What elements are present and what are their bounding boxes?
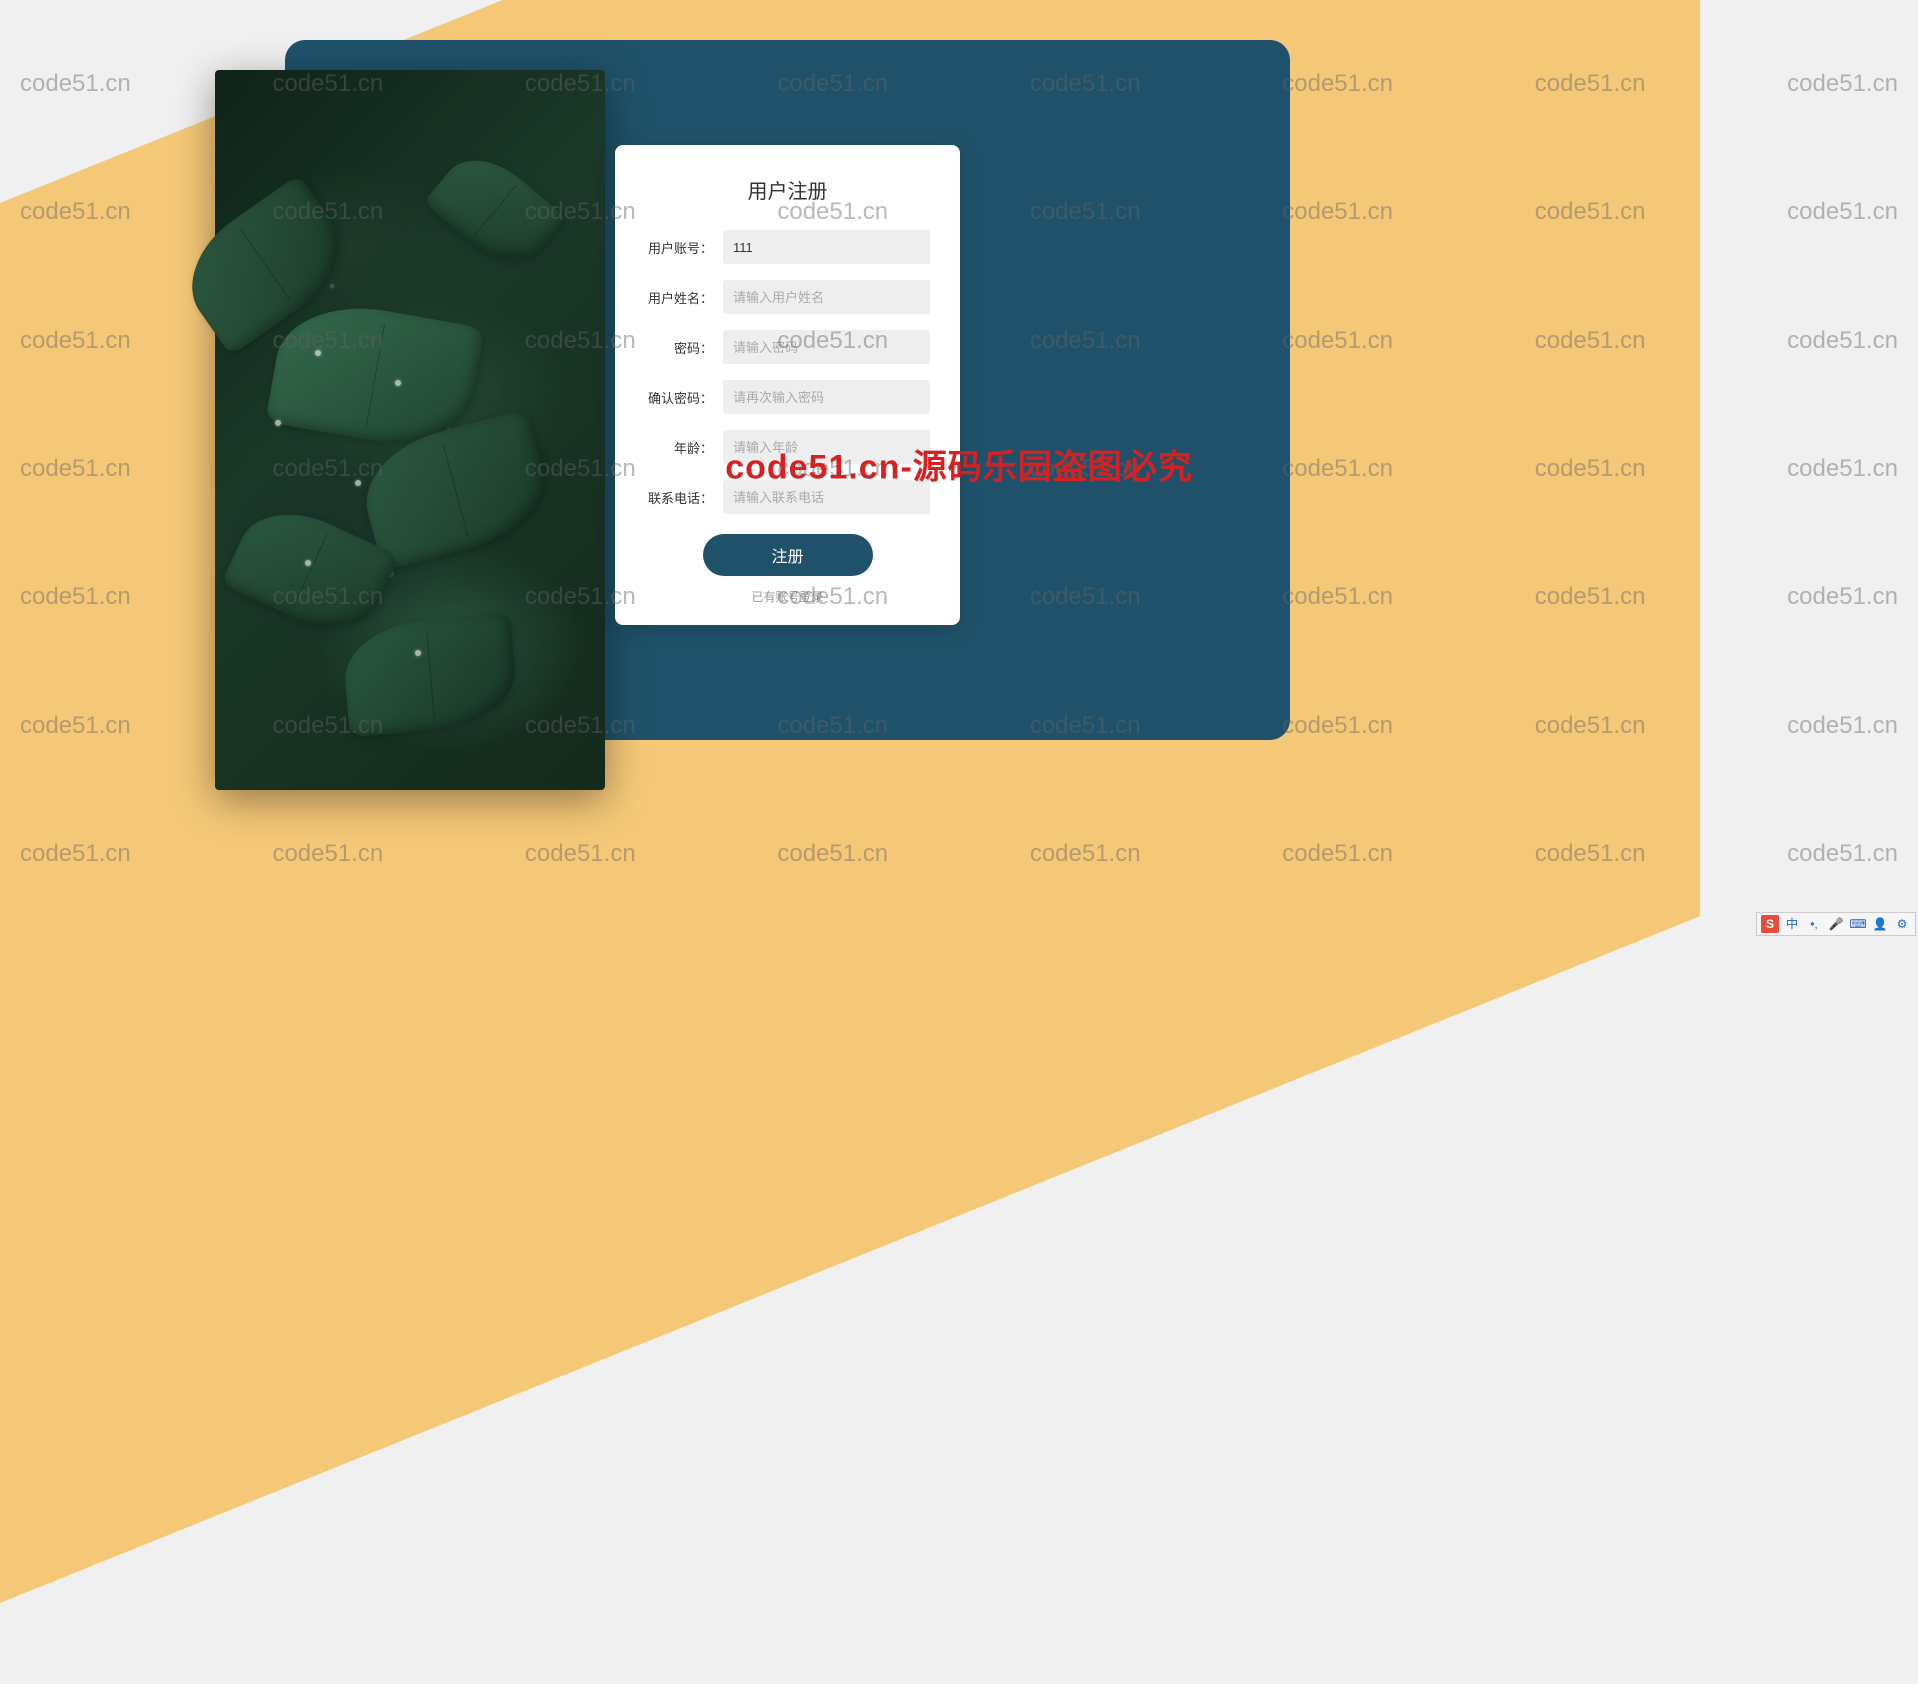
name-input[interactable] [723, 280, 930, 314]
password-row: 密码： [645, 330, 930, 364]
name-row: 用户姓名： [645, 280, 930, 314]
registration-form: 用户注册 用户账号： 用户姓名： 密码： 确认密码： 年龄： 联系电话： 注册 … [615, 145, 960, 625]
ime-logo-icon[interactable]: S [1761, 915, 1779, 933]
ime-keyboard-icon[interactable]: ⌨ [1849, 915, 1867, 933]
account-input[interactable] [723, 230, 930, 264]
confirm-label: 确认密码： [645, 388, 723, 407]
age-label: 年龄： [645, 438, 723, 457]
phone-input[interactable] [723, 480, 930, 514]
ime-punct-icon[interactable]: •, [1805, 915, 1823, 933]
account-label: 用户账号： [645, 238, 723, 257]
age-row: 年龄： [645, 430, 930, 464]
ime-user-icon[interactable]: 👤 [1871, 915, 1889, 933]
account-row: 用户账号： [645, 230, 930, 264]
phone-row: 联系电话： [645, 480, 930, 514]
form-title: 用户注册 [645, 175, 930, 204]
login-link[interactable]: 已有账号登录 [645, 588, 930, 605]
password-input[interactable] [723, 330, 930, 364]
password-label: 密码： [645, 338, 723, 357]
phone-label: 联系电话： [645, 488, 723, 507]
confirm-row: 确认密码： [645, 380, 930, 414]
ime-settings-icon[interactable]: ⚙ [1893, 915, 1911, 933]
age-input[interactable] [723, 430, 930, 464]
ime-mic-icon[interactable]: 🎤 [1827, 915, 1845, 933]
ime-toolbar: S 中 •, 🎤 ⌨ 👤 ⚙ [1756, 912, 1916, 936]
registration-panel: 用户注册 用户账号： 用户姓名： 密码： 确认密码： 年龄： 联系电话： 注册 … [285, 40, 1290, 740]
name-label: 用户姓名： [645, 288, 723, 307]
decorative-image [215, 70, 605, 790]
confirm-input[interactable] [723, 380, 930, 414]
ime-lang-icon[interactable]: 中 [1783, 915, 1801, 933]
register-button[interactable]: 注册 [703, 534, 873, 576]
